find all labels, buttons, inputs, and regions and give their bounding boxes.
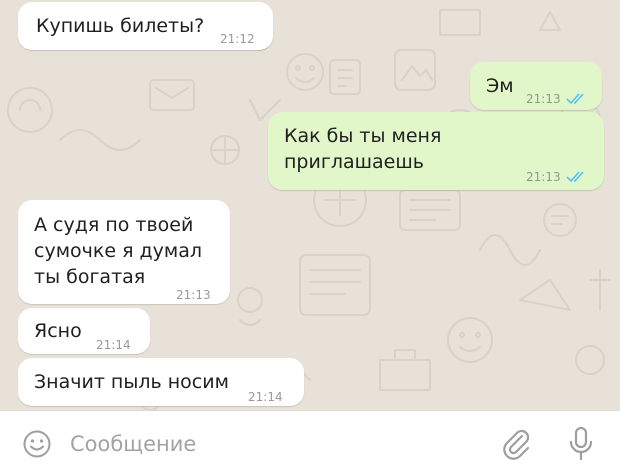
- message-time: 21:14: [96, 338, 131, 352]
- message-meta: 21:14: [248, 384, 283, 410]
- message-bubble-outgoing[interactable]: Как бы ты меня приглашаешь 21:13: [268, 112, 604, 190]
- message-bubble-outgoing[interactable]: Эм 21:13: [470, 62, 602, 110]
- message-meta: 21:12: [220, 26, 255, 52]
- message-time: 21:13: [176, 288, 211, 302]
- message-meta: 21:13: [526, 86, 588, 112]
- double-check-read-icon: [566, 93, 584, 105]
- message-text: Купишь билеты?: [36, 15, 205, 37]
- double-check-read-icon: [566, 171, 584, 183]
- message-time: 21:12: [220, 32, 255, 46]
- message-text: Ясно: [34, 320, 82, 342]
- message-composer: [0, 410, 620, 476]
- message-input[interactable]: [70, 429, 470, 459]
- microphone-icon[interactable]: [568, 426, 594, 462]
- message-time: 21:13: [526, 170, 561, 184]
- message-meta: 21:14: [96, 332, 131, 358]
- message-time: 21:13: [526, 92, 561, 106]
- message-text: Эм: [486, 75, 514, 97]
- message-meta: 21:13: [176, 282, 211, 308]
- message-bubble-incoming[interactable]: Ясно 21:14: [18, 308, 150, 354]
- message-bubble-incoming[interactable]: А судя по твоей сумочке я думал ты богат…: [18, 200, 230, 304]
- smiley-icon[interactable]: [22, 429, 52, 459]
- chat-area[interactable]: Купишь билеты? 21:12 Эм 21:13 Как бы ты …: [0, 0, 620, 410]
- message-text: Значит пыль носим: [34, 371, 229, 393]
- message-bubble-incoming[interactable]: Значит пыль носим 21:14: [18, 358, 304, 406]
- message-text: Как бы ты меня приглашаешь: [284, 125, 442, 173]
- paperclip-icon[interactable]: [500, 427, 532, 461]
- message-time: 21:14: [248, 390, 283, 404]
- message-meta: 21:13: [526, 164, 588, 190]
- message-bubble-incoming[interactable]: Купишь билеты? 21:12: [18, 2, 273, 50]
- message-text: А судя по твоей сумочке я думал ты богат…: [34, 214, 203, 288]
